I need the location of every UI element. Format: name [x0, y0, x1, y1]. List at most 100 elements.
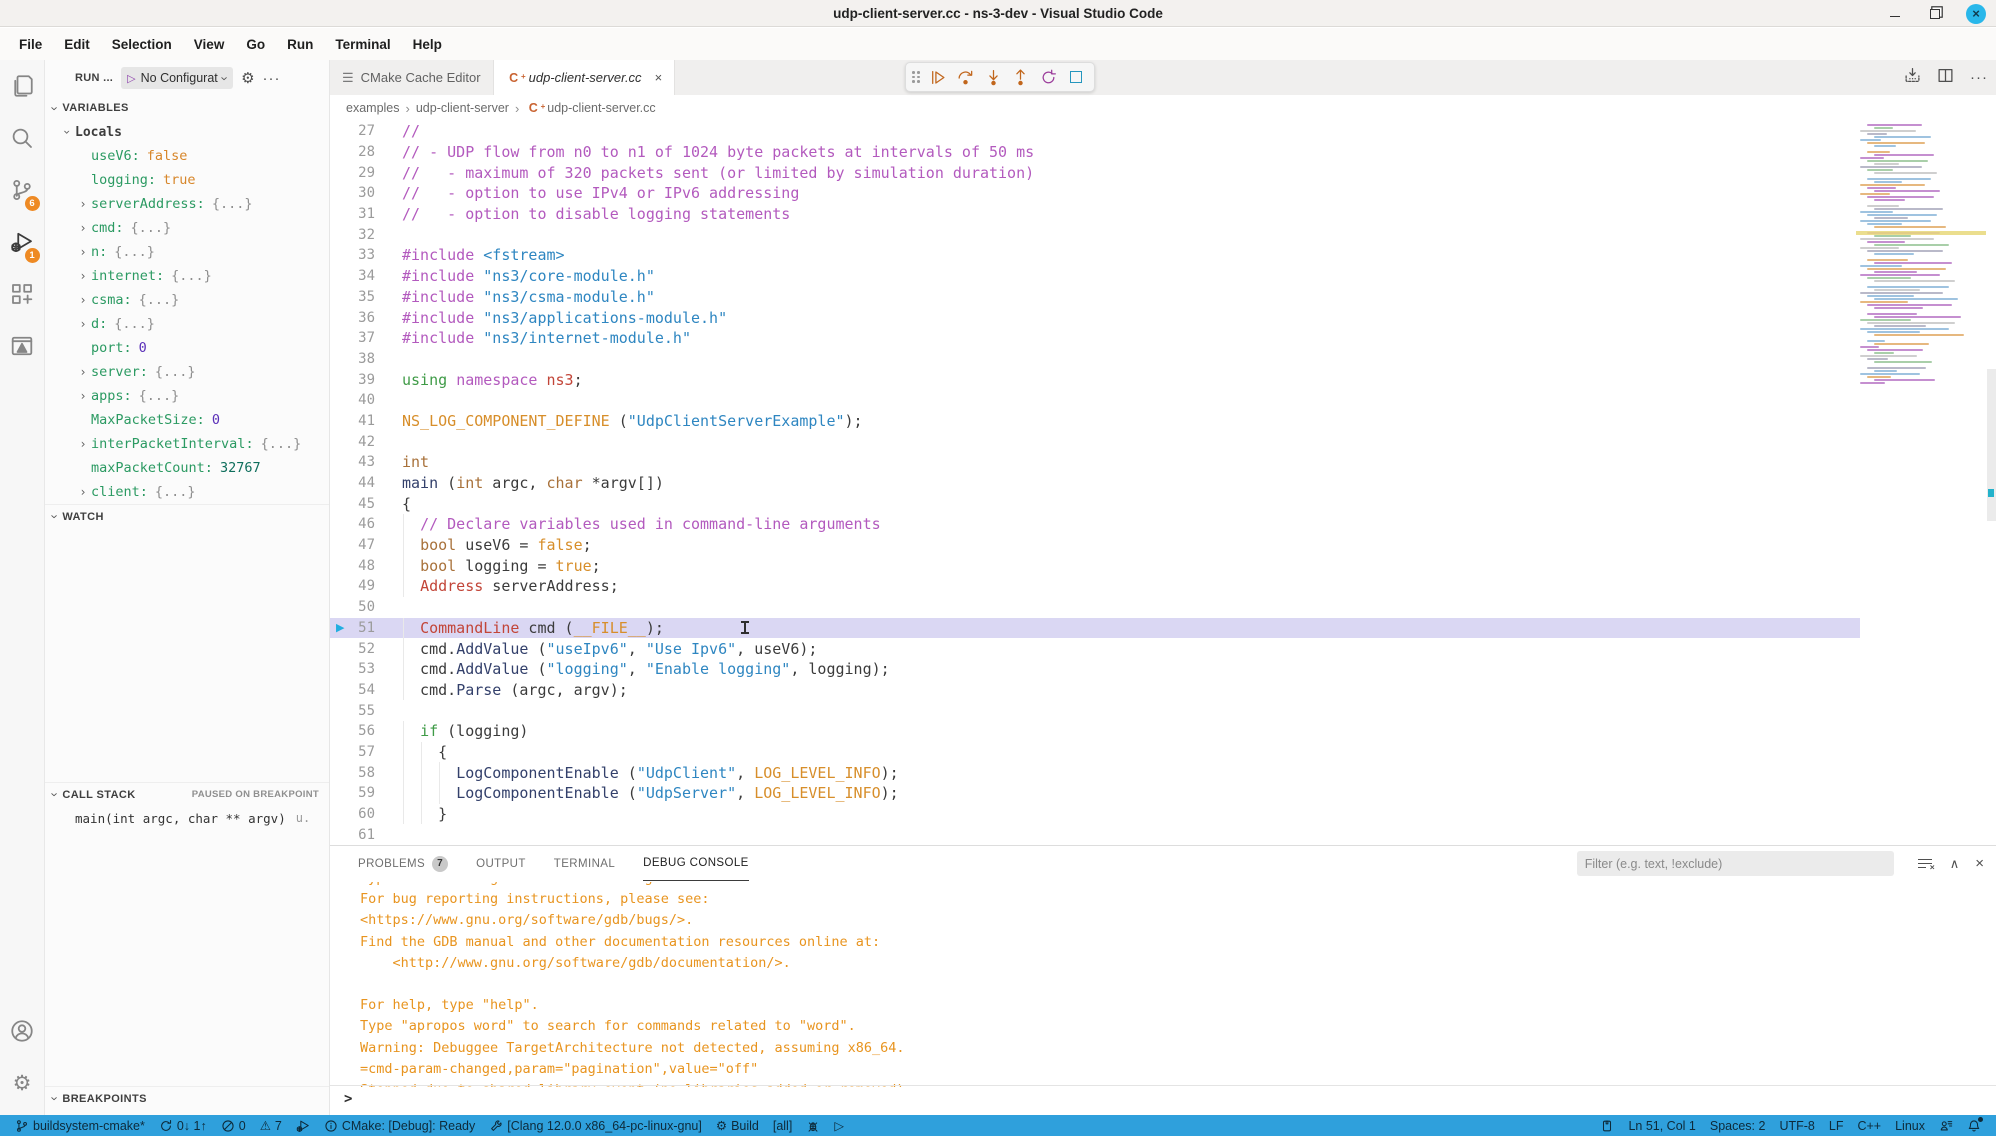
- gutter[interactable]: 50: [330, 597, 402, 618]
- gutter[interactable]: 53: [330, 659, 402, 680]
- tab-cmake-cache-editor[interactable]: ☰CMake Cache Editor: [330, 60, 494, 95]
- launch-config-dropdown[interactable]: ▷ No Configurat ›: [121, 67, 233, 89]
- continue-icon[interactable]: [926, 64, 950, 90]
- gutter[interactable]: 47: [330, 535, 402, 556]
- code-line[interactable]: 30// - option to use IPv4 or IPv6 addres…: [330, 183, 1860, 204]
- activity-explorer-icon[interactable]: [0, 60, 45, 112]
- activity-run-debug-icon[interactable]: 1: [0, 216, 45, 268]
- code-line[interactable]: 39using namespace ns3;: [330, 369, 1860, 390]
- variable-internet[interactable]: ›internet:{...}: [45, 264, 329, 288]
- gutter[interactable]: 39: [330, 369, 402, 390]
- gutter[interactable]: ▶51: [330, 618, 402, 639]
- status-utf-8[interactable]: UTF-8: [1772, 1115, 1821, 1136]
- debug-console-output[interactable]: Type "show configuration" for configurat…: [330, 882, 1996, 1087]
- gutter[interactable]: 46: [330, 514, 402, 535]
- activity-search-icon[interactable]: [0, 112, 45, 164]
- code-line[interactable]: 33#include <fstream>: [330, 245, 1860, 266]
- gutter[interactable]: 33: [330, 245, 402, 266]
- gutter[interactable]: 48: [330, 555, 402, 576]
- activity-cmake-icon[interactable]: [0, 320, 45, 372]
- gutter[interactable]: 42: [330, 431, 402, 452]
- code-line[interactable]: 40: [330, 390, 1860, 411]
- variable-d[interactable]: ›d:{...}: [45, 312, 329, 336]
- code-line[interactable]: 58 LogComponentEnable ("UdpClient", LOG_…: [330, 762, 1860, 783]
- gutter[interactable]: 27: [330, 121, 402, 142]
- code-line[interactable]: 55: [330, 700, 1860, 721]
- close-panel-icon[interactable]: ×: [1975, 855, 1984, 872]
- status-c++[interactable]: C++: [1850, 1115, 1888, 1136]
- gutter[interactable]: 41: [330, 411, 402, 432]
- variable-serverAddress[interactable]: ›serverAddress:{...}: [45, 192, 329, 216]
- code-line[interactable]: 32: [330, 224, 1860, 245]
- sync-item[interactable]: 0↓ 1↑: [152, 1115, 214, 1136]
- menu-terminal[interactable]: Terminal: [326, 33, 399, 56]
- close-icon[interactable]: ×: [1966, 4, 1986, 24]
- gutter[interactable]: 32: [330, 224, 402, 245]
- step-into-icon[interactable]: [981, 64, 1005, 90]
- menu-run[interactable]: Run: [278, 33, 322, 56]
- variable-useV6[interactable]: useV6:false: [45, 144, 329, 168]
- panel-tab-problems[interactable]: PROBLEMS7: [358, 846, 448, 881]
- code-line[interactable]: 53 cmd.AddValue ("logging", "Enable logg…: [330, 659, 1860, 680]
- panel-tab-terminal[interactable]: TERMINAL: [554, 846, 615, 881]
- code-line[interactable]: 42: [330, 431, 1860, 452]
- gutter[interactable]: 28: [330, 142, 402, 163]
- status-spaces-2[interactable]: Spaces: 2: [1703, 1115, 1773, 1136]
- code-line[interactable]: 29// - maximum of 320 packets sent (or l…: [330, 162, 1860, 183]
- error-item[interactable]: 0: [214, 1115, 253, 1136]
- code-line[interactable]: 27//: [330, 121, 1860, 142]
- panel-tab-debug-console[interactable]: DEBUG CONSOLE: [643, 846, 749, 881]
- panel-tab-output[interactable]: OUTPUT: [476, 846, 526, 881]
- variable-logging[interactable]: logging:true: [45, 168, 329, 192]
- gutter[interactable]: 61: [330, 824, 402, 844]
- gutter[interactable]: 55: [330, 700, 402, 721]
- gutter[interactable]: 56: [330, 721, 402, 742]
- code-line[interactable]: 61: [330, 824, 1860, 844]
- console-input-row[interactable]: >: [330, 1085, 1996, 1111]
- code-line[interactable]: 56 if (logging): [330, 721, 1860, 742]
- menu-edit[interactable]: Edit: [55, 33, 99, 56]
- code-line[interactable]: 59 LogComponentEnable ("UdpServer", LOG_…: [330, 783, 1860, 804]
- status-ln-51-col-1[interactable]: Ln 51, Col 1: [1621, 1115, 1702, 1136]
- code-line[interactable]: 46 // Declare variables used in command-…: [330, 514, 1860, 535]
- gutter[interactable]: 36: [330, 307, 402, 328]
- bell-icon[interactable]: [1960, 1115, 1988, 1136]
- code-line[interactable]: 34#include "ns3/core-module.h": [330, 266, 1860, 287]
- breakpoints-section-header[interactable]: › BREAKPOINTS: [45, 1086, 329, 1110]
- scope-locals[interactable]: › Locals: [45, 120, 329, 144]
- code-line[interactable]: 60 }: [330, 804, 1860, 825]
- variable-n[interactable]: ›n:{...}: [45, 240, 329, 264]
- close-tab-icon[interactable]: ×: [655, 70, 663, 85]
- breadcrumb-item[interactable]: udp-client-server.cc: [547, 101, 655, 115]
- stack-frame[interactable]: main(int argc, char ** argv) u.: [45, 806, 329, 830]
- code-line[interactable]: 31// - option to disable logging stateme…: [330, 204, 1860, 225]
- variables-section-header[interactable]: › VARIABLES: [45, 96, 329, 120]
- gear-icon[interactable]: ⚙: [241, 69, 254, 87]
- step-over-icon[interactable]: [954, 64, 978, 90]
- code-line[interactable]: 57 {: [330, 742, 1860, 763]
- desktop-download-icon[interactable]: [1904, 67, 1921, 89]
- status-linux[interactable]: Linux: [1888, 1115, 1932, 1136]
- info-item[interactable]: CMake: [Debug]: Ready: [317, 1115, 482, 1136]
- status--all-[interactable]: [all]: [766, 1115, 799, 1136]
- minimize-icon[interactable]: [1886, 5, 1904, 23]
- gutter[interactable]: 35: [330, 287, 402, 308]
- tools-item[interactable]: [Clang 12.0.0 x86_64-pc-linux-gnu]: [482, 1115, 709, 1136]
- code-line[interactable]: 54 cmd.Parse (argc, argv);: [330, 680, 1860, 701]
- stop-icon[interactable]: [1064, 64, 1088, 90]
- gutter[interactable]: 38: [330, 349, 402, 370]
- code-line[interactable]: 41NS_LOG_COMPONENT_DEFINE ("UdpClientSer…: [330, 411, 1860, 432]
- status-lf[interactable]: LF: [1822, 1115, 1851, 1136]
- breadcrumb-item[interactable]: examples: [346, 101, 400, 115]
- variable-cmd[interactable]: ›cmd:{...}: [45, 216, 329, 240]
- code-line[interactable]: 48 bool logging = true;: [330, 555, 1860, 576]
- code-area[interactable]: 27//28// - UDP flow from n0 to n1 of 102…: [330, 121, 1996, 844]
- gutter[interactable]: 37: [330, 328, 402, 349]
- drag-grip[interactable]: [912, 71, 920, 83]
- activity-extensions-icon[interactable]: [0, 268, 45, 320]
- gutter[interactable]: 31: [330, 204, 402, 225]
- code-line[interactable]: 49 Address serverAddress;: [330, 576, 1860, 597]
- gutter[interactable]: 59: [330, 783, 402, 804]
- code-line[interactable]: 44main (int argc, char *argv[]): [330, 473, 1860, 494]
- menu-view[interactable]: View: [185, 33, 234, 56]
